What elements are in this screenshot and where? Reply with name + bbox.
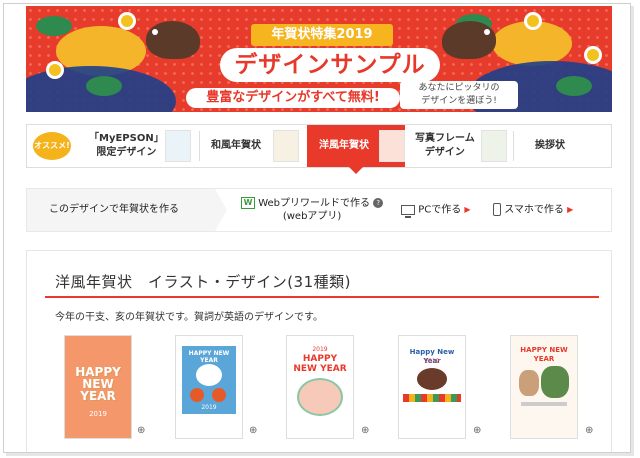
pine-decor (36, 16, 72, 36)
boar-illustration (297, 378, 343, 416)
boar-illustration (417, 368, 447, 390)
design-card[interactable]: HAPPY NEW YEAR 2019 (64, 335, 132, 439)
section-description: 今年の干支、亥の年賀状です。賀詞が英語のデザインです。 (55, 312, 323, 323)
magnifier-icon[interactable]: ⊕ (473, 425, 481, 436)
tab-photo-frame[interactable]: 写真フレーム デザイン (407, 125, 511, 167)
tree-illustration (541, 366, 569, 398)
pc-create-link[interactable]: PCで作る ▶ (401, 203, 471, 218)
magnifier-icon[interactable]: ⊕ (361, 425, 369, 436)
tab-label: 限定デザイン (96, 147, 157, 158)
boar-illustration (196, 364, 222, 386)
banner-note-line: あなたにピッタリの (418, 83, 500, 93)
web-print-label: Webプリワールドで作る (258, 198, 370, 209)
boar-illustration (442, 21, 496, 59)
tab-label: 挨拶状 (535, 140, 565, 151)
card-headline: HAPPY NEW YEAR (188, 350, 230, 364)
triangle-right-icon: ▶ (567, 205, 574, 214)
tab-thumbnail (481, 130, 507, 162)
design-card[interactable]: Happy New Year 2019 (398, 335, 466, 439)
tab-thumbnail (165, 130, 191, 162)
web-app-icon: W (241, 197, 255, 209)
tab-label: 写真フレーム (415, 133, 475, 144)
card-headline: HAPPY NEW YEAR (293, 354, 347, 374)
section-divider (45, 296, 599, 298)
daruma-illustration (212, 388, 226, 402)
create-label: このデザインで年賀状を作る (27, 189, 227, 231)
web-print-sublabel: (webアプリ) (282, 211, 342, 222)
tab-yofu[interactable]: 洋風年賀状 (307, 125, 405, 174)
tab-label: 洋風年賀状 (319, 140, 369, 151)
banner-note-line: デザインを選ぼう! (421, 96, 497, 106)
design-section: 洋風年賀状 イラスト・デザイン(31種類) 今年の干支、亥の年賀状です。賀詞が英… (26, 250, 612, 452)
card-year: 2019 (312, 346, 328, 353)
smartphone-icon (493, 203, 501, 216)
flower-decor (584, 46, 602, 64)
boar-illustration (146, 21, 200, 59)
tab-label: デザイン (424, 147, 465, 158)
create-bar: このデザインで年賀状を作る W Webプリワールドで作る ? (webアプリ) … (26, 188, 612, 232)
tab-myepson[interactable]: 「MyEPSON」 限定デザイン (75, 125, 195, 167)
design-card[interactable]: 2019 HAPPY NEW YEAR (286, 335, 354, 439)
pc-create-label: PCで作る (418, 204, 462, 216)
pattern-border (403, 394, 461, 402)
tab-wafu[interactable]: 和風年賀状 (201, 125, 305, 167)
design-card[interactable]: HAPPY NEW YEAR 2019 (175, 335, 243, 439)
page-frame: 年賀状特集2019 デザインサンプル 豊富なデザインがすべて無料! あなたにピッ… (3, 3, 631, 453)
web-print-link[interactable]: W Webプリワールドで作る ? (webアプリ) (241, 197, 384, 223)
tab-greeting[interactable]: 挨拶状 (515, 125, 611, 167)
flower-decor (118, 12, 136, 30)
hero-banner: 年賀状特集2019 デザインサンプル 豊富なデザインがすべて無料! あなたにピッ… (26, 6, 612, 112)
banner-subtitle: 豊富なデザインがすべて無料! (186, 88, 400, 108)
animal-illustration (519, 370, 539, 396)
tab-thumbnail (273, 130, 299, 162)
triangle-right-icon: ▶ (464, 205, 471, 214)
magnifier-icon[interactable]: ⊕ (249, 425, 257, 436)
category-tabs: オススメ! 「MyEPSON」 限定デザイン 和風年賀状 洋風年賀状 写真フレー… (26, 124, 612, 174)
flower-decor (524, 12, 542, 30)
section-title: 洋風年賀状 イラスト・デザイン(31種類) (55, 273, 351, 291)
tab-thumbnail (379, 130, 405, 162)
banner-title: デザインサンプル (234, 52, 426, 78)
question-icon[interactable]: ? (373, 198, 384, 208)
magnifier-icon[interactable]: ⊕ (585, 425, 593, 436)
tab-label: 「MyEPSON」 (89, 133, 164, 144)
pine-decor (86, 76, 122, 96)
pc-icon (401, 204, 415, 218)
card-headline: HAPPY NEW YEAR (520, 346, 568, 363)
card-year: 2019 (201, 404, 217, 411)
card-text-line (521, 402, 567, 406)
flower-decor (46, 61, 64, 79)
smartphone-create-link[interactable]: スマホで作る ▶ (493, 203, 573, 217)
tab-label: 和風年賀状 (211, 140, 261, 151)
recommend-badge: オススメ! (33, 132, 71, 160)
daruma-illustration (190, 388, 204, 402)
card-headline: HAPPY NEW YEAR (75, 365, 121, 403)
banner-note: あなたにピッタリの デザインを選ぼう! (400, 81, 518, 109)
campaign-tag: 年賀状特集2019 (251, 24, 393, 46)
smartphone-create-label: スマホで作る (504, 204, 564, 216)
card-year: 2019 (89, 410, 107, 418)
card-year: 2019 (424, 358, 440, 365)
card-artwork: HAPPY NEW YEAR 2019 (182, 346, 236, 414)
magnifier-icon[interactable]: ⊕ (137, 425, 145, 436)
pine-decor (556, 76, 592, 96)
design-card[interactable]: HAPPY NEW YEAR (510, 335, 578, 439)
